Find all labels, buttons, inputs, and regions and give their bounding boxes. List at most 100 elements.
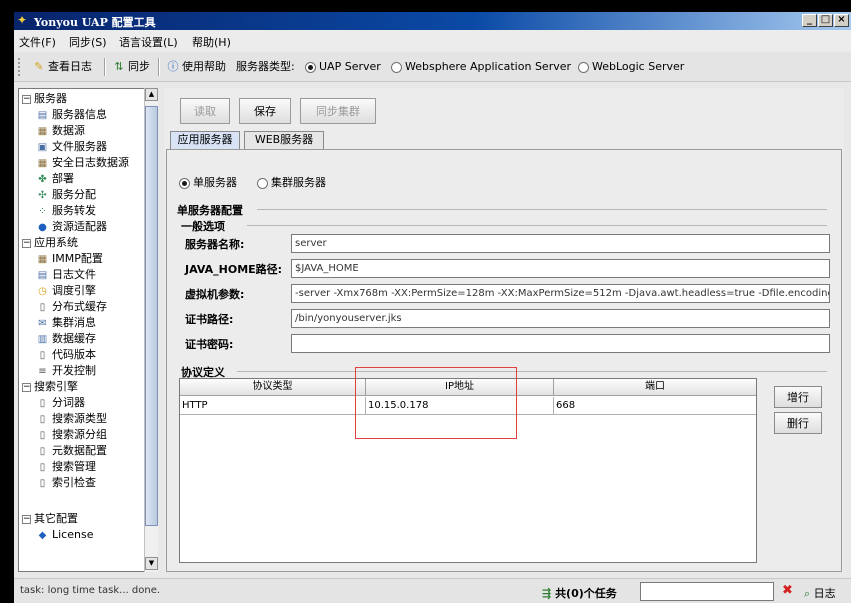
tree-item-label: 搜索源类型: [52, 412, 107, 425]
tree-group-other-config[interactable]: − 其它配置: [22, 511, 78, 527]
main-panel: 读取 保存 同步集群 应用服务器 WEB服务器 单服务器 集群服务器 单服务器配…: [164, 88, 844, 572]
collapse-icon[interactable]: −: [22, 238, 31, 248]
tree-scrollbar[interactable]: ▲ ▼: [144, 88, 158, 572]
tree-item-search-source-type[interactable]: ▯ 搜索源类型: [36, 411, 107, 427]
tree-item-log-file[interactable]: ▤ 日志文件: [36, 267, 96, 283]
tree-item-index-check[interactable]: ▯ 索引检查: [36, 475, 96, 491]
collapse-icon[interactable]: −: [22, 382, 31, 392]
tree-item-label: 搜索管理: [52, 460, 96, 473]
tree-item-resource-adapter[interactable]: ● 资源适配器: [36, 219, 107, 235]
server-type-websphere-radio[interactable]: Websphere Application Server: [391, 57, 571, 77]
table-cell-protocol[interactable]: HTTP: [180, 397, 366, 415]
collapse-icon[interactable]: −: [22, 514, 31, 524]
tree-item-code-version[interactable]: ▯ 代码版本: [36, 347, 96, 363]
tab-app-server[interactable]: 应用服务器: [170, 131, 240, 149]
tree-item-file-server[interactable]: ▣ 文件服务器: [36, 139, 107, 155]
title-bar: ✦ Yonyou UAP 配置工具 _ □ ×: [14, 12, 851, 30]
vm-args-input[interactable]: -server -Xmx768m -XX:PermSize=128m -XX:M…: [291, 284, 830, 303]
clear-icon[interactable]: ✖: [782, 583, 793, 598]
status-input[interactable]: [640, 582, 774, 601]
license-icon: ◆: [38, 529, 47, 541]
tab-web-server[interactable]: WEB服务器: [244, 131, 324, 149]
tree-item-label: 索引检查: [52, 476, 96, 489]
table-cell-ip[interactable]: 10.15.0.178: [366, 397, 554, 415]
minimize-button[interactable]: _: [802, 14, 817, 27]
tree-item-dev-control[interactable]: ≡ 开发控制: [36, 363, 96, 379]
tree-item-scheduler[interactable]: ◷ 调度引擎: [36, 283, 96, 299]
doc-icon: ▯: [39, 397, 46, 409]
service-forward-icon: ⁘: [38, 205, 47, 217]
tree-item-label: 部署: [52, 172, 74, 185]
tree-item-search-source-group[interactable]: ▯ 搜索源分组: [36, 427, 107, 443]
tree-group-search-engine[interactable]: − 搜索引擎: [22, 379, 78, 395]
cert-path-input[interactable]: /bin/yonyouserver.jks: [291, 309, 830, 328]
close-button[interactable]: ×: [834, 14, 849, 27]
maximize-button[interactable]: □: [818, 14, 833, 27]
menu-help[interactable]: 帮助(H): [192, 34, 231, 50]
help-button[interactable]: ⓘ 使用帮助: [166, 57, 227, 77]
tree-item-server-info[interactable]: ▤ 服务器信息: [36, 107, 107, 123]
tree-item-data-cache[interactable]: ▥ 数据缓存: [36, 331, 96, 347]
save-button[interactable]: 保存: [239, 98, 291, 124]
scroll-up-icon[interactable]: ▲: [145, 88, 158, 101]
radio-icon: [257, 177, 268, 189]
tree-item-label: 安全日志数据源: [52, 156, 129, 169]
cert-password-input[interactable]: [291, 334, 830, 353]
tree-item-service-assign[interactable]: ✣ 服务分配: [36, 187, 96, 203]
scheduler-icon: ◷: [38, 285, 47, 297]
tree-group-app-system[interactable]: − 应用系统: [22, 235, 78, 251]
column-header-port[interactable]: 端口: [554, 379, 756, 396]
task-count-label: 共(0)个任务: [555, 587, 617, 600]
log-button[interactable]: ⌕ 日志: [804, 585, 836, 601]
toolbar-grip[interactable]: [18, 58, 22, 76]
delete-row-button[interactable]: 删行: [774, 412, 822, 434]
collapse-icon[interactable]: −: [22, 94, 31, 104]
read-button[interactable]: 读取: [180, 98, 230, 124]
status-bar: task: long time task... done. ⇶ 共(0)个任务 …: [14, 578, 851, 603]
datasource-icon: ▦: [37, 157, 48, 169]
menu-language[interactable]: 语言设置(L): [119, 34, 178, 50]
tree-item-label: 元数据配置: [52, 444, 107, 457]
tree-group-server[interactable]: − 服务器: [22, 91, 67, 107]
column-header-ip-address[interactable]: IP地址: [366, 379, 554, 396]
java-home-input[interactable]: $JAVA_HOME: [291, 259, 830, 278]
tree-item-distributed-cache[interactable]: ▯ 分布式缓存: [36, 299, 107, 315]
adapter-icon: ●: [38, 221, 47, 233]
tree-item-label: 调度引擎: [52, 284, 96, 297]
column-header-protocol-type[interactable]: 协议类型: [180, 379, 366, 396]
tree-item-label: 服务器信息: [52, 108, 107, 121]
table-cell-port[interactable]: 668: [554, 397, 756, 415]
protocol-table: 协议类型 IP地址 端口 HTTP 10.15.0.178 668: [179, 378, 757, 563]
scrollbar-thumb[interactable]: [145, 106, 158, 526]
tree-item-tokenizer[interactable]: ▯ 分词器: [36, 395, 85, 411]
tree-item-metadata-config[interactable]: ▯ 元数据配置: [36, 443, 107, 459]
tree-item-security-log-datasource[interactable]: ▦ 安全日志数据源: [36, 155, 129, 171]
view-log-button[interactable]: ✎ 查看日志: [32, 57, 92, 77]
sync-cluster-button[interactable]: 同步集群: [300, 98, 376, 124]
server-type-websphere-label: Websphere Application Server: [405, 60, 572, 73]
scroll-down-icon[interactable]: ▼: [145, 557, 158, 570]
menu-file[interactable]: 文件(F): [19, 34, 56, 50]
server-icon: ▤: [37, 109, 48, 121]
status-text: task: long time task... done.: [20, 585, 161, 596]
tree-item-deploy[interactable]: ✤ 部署: [36, 171, 74, 187]
sync-button[interactable]: ⇅ 同步: [112, 57, 150, 77]
menu-sync[interactable]: 同步(S): [69, 34, 107, 50]
tree-item-search-management[interactable]: ▯ 搜索管理: [36, 459, 96, 475]
radio-selected-icon: [305, 61, 316, 73]
help-label: 使用帮助: [182, 60, 226, 73]
tree-item-datasource[interactable]: ▦ 数据源: [36, 123, 85, 139]
server-type-label: 服务器类型:: [236, 60, 295, 73]
tree-item-cluster-message[interactable]: ✉ 集群消息: [36, 315, 96, 331]
single-server-radio[interactable]: 单服务器: [179, 174, 237, 190]
server-type-weblogic-radio[interactable]: WebLogic Server: [578, 57, 684, 77]
add-row-button[interactable]: 增行: [774, 386, 822, 408]
task-count[interactable]: ⇶ 共(0)个任务: [542, 585, 617, 601]
server-name-input[interactable]: server: [291, 234, 830, 253]
tree-item-service-forward[interactable]: ⁘ 服务转发: [36, 203, 96, 219]
tree-item-immp-config[interactable]: ▦ IMMP配置: [36, 251, 103, 267]
tree-item-label: License: [52, 528, 94, 541]
tree-item-license[interactable]: ◆ License: [36, 527, 94, 543]
server-type-uap-radio[interactable]: UAP Server: [305, 57, 381, 77]
cluster-server-radio[interactable]: 集群服务器: [257, 174, 326, 190]
